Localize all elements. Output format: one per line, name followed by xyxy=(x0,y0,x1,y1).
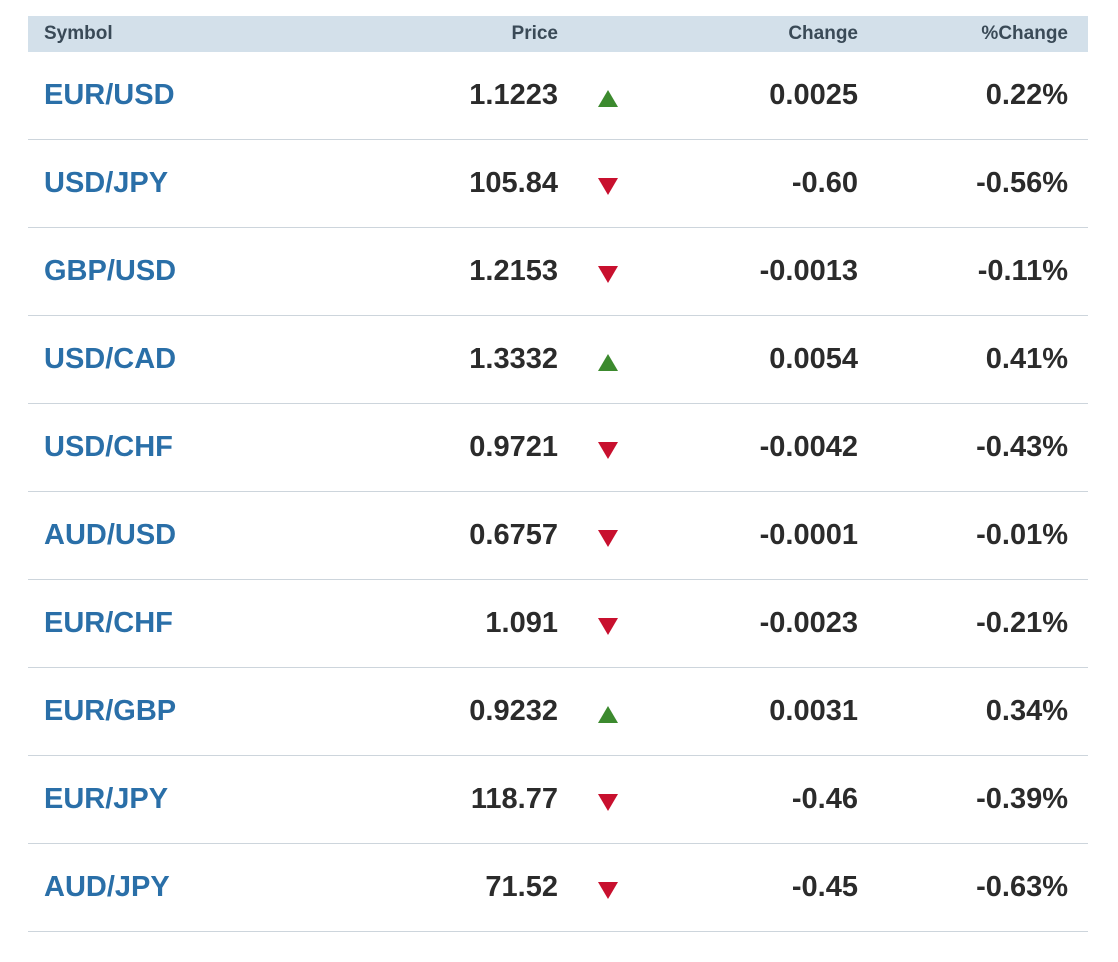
change-cell: -0.46 xyxy=(791,783,858,815)
table-row: USD/CAD 1.3332 0.0054 0.41% xyxy=(28,316,1088,404)
change-cell: -0.45 xyxy=(791,871,858,903)
symbol-link[interactable]: EUR/GBP xyxy=(44,695,176,727)
arrow-down-icon xyxy=(598,442,618,459)
pct-change-cell: -0.11% xyxy=(977,255,1068,287)
pct-change-cell: 0.22% xyxy=(985,79,1068,111)
pct-change-cell: 0.41% xyxy=(985,343,1068,375)
direction-cell xyxy=(558,84,658,107)
change-cell: -0.0042 xyxy=(759,431,858,463)
price-cell: 0.6757 xyxy=(469,519,558,551)
direction-cell xyxy=(558,700,658,723)
arrow-up-icon xyxy=(598,354,618,371)
change-cell: -0.60 xyxy=(791,167,858,199)
pct-change-cell: -0.43% xyxy=(976,431,1068,463)
arrow-up-icon xyxy=(598,90,618,107)
symbol-cell: AUD/JPY xyxy=(28,871,328,904)
symbol-link[interactable]: EUR/CHF xyxy=(44,607,173,639)
direction-cell xyxy=(558,260,658,283)
price-cell: 1.091 xyxy=(485,607,558,639)
arrow-down-icon xyxy=(598,794,618,811)
symbol-link[interactable]: USD/JPY xyxy=(44,167,168,199)
header-change[interactable]: Change xyxy=(658,23,858,45)
pct-change-cell: -0.56% xyxy=(976,167,1068,199)
table-row: AUD/JPY 71.52 -0.45 -0.63% xyxy=(28,844,1088,932)
change-cell: 0.0025 xyxy=(769,79,858,111)
table-row: GBP/USD 1.2153 -0.0013 -0.11% xyxy=(28,228,1088,316)
symbol-link[interactable]: AUD/USD xyxy=(44,519,176,551)
price-cell: 71.52 xyxy=(485,871,558,903)
change-cell: 0.0031 xyxy=(769,695,858,727)
arrow-down-icon xyxy=(598,882,618,899)
table-row: EUR/CHF 1.091 -0.0023 -0.21% xyxy=(28,580,1088,668)
symbol-cell: AUD/USD xyxy=(28,519,328,552)
table-row: USD/JPY 105.84 -0.60 -0.56% xyxy=(28,140,1088,228)
symbol-cell: GBP/USD xyxy=(28,255,328,288)
symbol-link[interactable]: EUR/USD xyxy=(44,79,175,111)
direction-cell xyxy=(558,876,658,899)
direction-cell xyxy=(558,524,658,547)
symbol-cell: USD/CHF xyxy=(28,431,328,464)
price-cell: 0.9721 xyxy=(469,431,558,463)
symbol-cell: EUR/USD xyxy=(28,79,328,112)
pct-change-cell: 0.34% xyxy=(985,695,1068,727)
arrow-down-icon xyxy=(598,178,618,195)
pct-change-cell: -0.01% xyxy=(976,519,1068,551)
symbol-link[interactable]: AUD/JPY xyxy=(44,871,170,903)
arrow-down-icon xyxy=(598,266,618,283)
arrow-up-icon xyxy=(598,706,618,723)
header-symbol[interactable]: Symbol xyxy=(28,23,328,45)
direction-cell xyxy=(558,612,658,635)
symbol-cell: EUR/GBP xyxy=(28,695,328,728)
pct-change-cell: -0.21% xyxy=(976,607,1068,639)
table-row: EUR/USD 1.1223 0.0025 0.22% xyxy=(28,52,1088,140)
symbol-cell: USD/JPY xyxy=(28,167,328,200)
direction-cell xyxy=(558,172,658,195)
price-cell: 1.2153 xyxy=(469,255,558,287)
symbol-cell: USD/CAD xyxy=(28,343,328,376)
change-cell: -0.0013 xyxy=(759,255,858,287)
currency-quote-table: Symbol Price Change %Change EUR/USD 1.122… xyxy=(28,16,1088,932)
direction-cell xyxy=(558,436,658,459)
price-cell: 1.1223 xyxy=(469,79,558,111)
arrow-down-icon xyxy=(598,618,618,635)
direction-cell xyxy=(558,788,658,811)
symbol-link[interactable]: USD/CAD xyxy=(44,343,176,375)
arrow-down-icon xyxy=(598,530,618,547)
table-row: EUR/GBP 0.9232 0.0031 0.34% xyxy=(28,668,1088,756)
pct-change-cell: -0.39% xyxy=(976,783,1068,815)
table-header-row: Symbol Price Change %Change xyxy=(28,16,1088,52)
symbol-cell: EUR/CHF xyxy=(28,607,328,640)
price-cell: 118.77 xyxy=(470,783,558,815)
table-body: EUR/USD 1.1223 0.0025 0.22% USD/JPY 105.84 -0.… xyxy=(28,52,1088,932)
header-pct-change[interactable]: %Change xyxy=(858,23,1068,45)
change-cell: 0.0054 xyxy=(769,343,858,375)
symbol-link[interactable]: GBP/USD xyxy=(44,255,176,287)
direction-cell xyxy=(558,348,658,371)
table-row: AUD/USD 0.6757 -0.0001 -0.01% xyxy=(28,492,1088,580)
table-row: EUR/JPY 118.77 -0.46 -0.39% xyxy=(28,756,1088,844)
table-row: USD/CHF 0.9721 -0.0042 -0.43% xyxy=(28,404,1088,492)
price-cell: 1.3332 xyxy=(469,343,558,375)
symbol-link[interactable]: EUR/JPY xyxy=(44,783,168,815)
change-cell: -0.0001 xyxy=(759,519,858,551)
symbol-link[interactable]: USD/CHF xyxy=(44,431,173,463)
change-cell: -0.0023 xyxy=(759,607,858,639)
price-cell: 0.9232 xyxy=(469,695,558,727)
pct-change-cell: -0.63% xyxy=(976,871,1068,903)
price-cell: 105.84 xyxy=(469,167,558,199)
header-price[interactable]: Price xyxy=(328,23,558,45)
symbol-cell: EUR/JPY xyxy=(28,783,328,816)
